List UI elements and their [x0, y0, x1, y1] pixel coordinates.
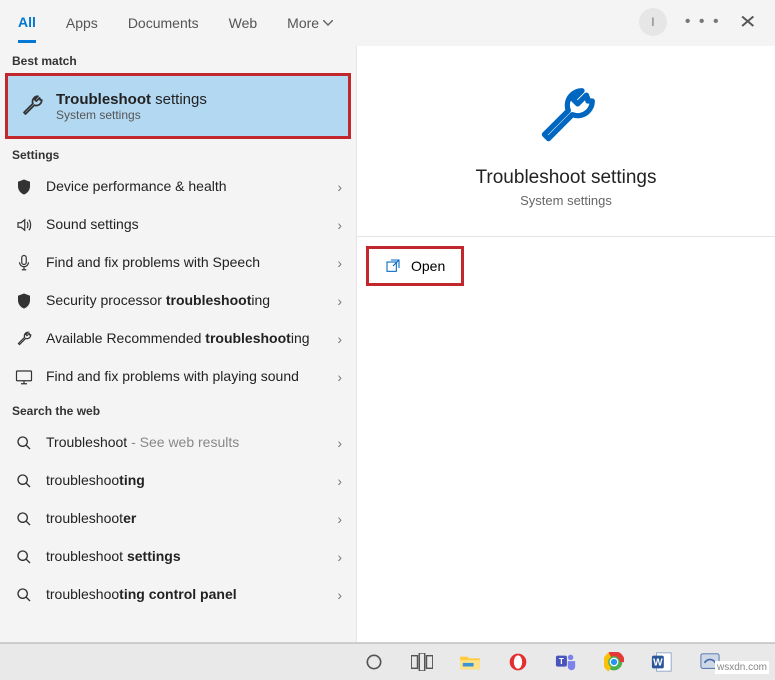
preview-title: Troubleshoot settings	[367, 167, 765, 189]
web-row-text: Troubleshoot - See web results	[46, 434, 325, 452]
wrench-icon	[18, 92, 46, 120]
monitor-icon	[14, 367, 34, 387]
start-search-panel: All Apps Documents Web More I • • • ✕ Be…	[0, 0, 775, 643]
settings-row-text: Find and fix problems with Speech	[46, 254, 325, 272]
web-row[interactable]: troubleshooting ›	[0, 462, 356, 500]
settings-row-sound[interactable]: Sound settings ›	[0, 206, 356, 244]
user-avatar[interactable]: I	[639, 8, 667, 36]
open-label: Open	[411, 258, 445, 274]
section-search-web: Search the web	[0, 396, 356, 424]
microphone-icon	[14, 253, 34, 273]
chevron-right-icon: ›	[337, 511, 342, 527]
wrench-icon	[367, 82, 765, 157]
section-settings: Settings	[0, 140, 356, 168]
shield-icon	[14, 177, 34, 197]
settings-row-playing-sound[interactable]: Find and fix problems with playing sound…	[0, 358, 356, 396]
best-match-subtitle: System settings	[56, 108, 207, 122]
chevron-right-icon: ›	[337, 179, 342, 195]
tab-apps[interactable]: Apps	[66, 5, 98, 41]
settings-row-text: Sound settings	[46, 216, 325, 234]
web-row[interactable]: troubleshooting control panel ›	[0, 576, 356, 614]
settings-row-speech[interactable]: Find and fix problems with Speech ›	[0, 244, 356, 282]
taskbar-teams[interactable]: T	[552, 648, 580, 676]
tab-documents[interactable]: Documents	[128, 5, 199, 41]
chevron-right-icon: ›	[337, 549, 342, 565]
chevron-right-icon: ›	[337, 217, 342, 233]
search-icon	[14, 585, 34, 605]
settings-row-device-health[interactable]: Device performance & health ›	[0, 168, 356, 206]
divider	[357, 236, 775, 237]
tab-all[interactable]: All	[18, 4, 36, 43]
svg-text:T: T	[559, 657, 564, 666]
settings-row-security-processor[interactable]: Security processor troubleshooting ›	[0, 282, 356, 320]
taskbar-taskview[interactable]	[408, 648, 436, 676]
preview-pane: Troubleshoot settings System settings Op…	[356, 46, 775, 642]
search-icon	[14, 509, 34, 529]
taskbar-word[interactable]: W	[648, 648, 676, 676]
open-button[interactable]: Open	[369, 249, 461, 283]
close-button[interactable]: ✕	[739, 11, 757, 33]
settings-row-text: Available Recommended troubleshooting	[46, 330, 325, 348]
taskbar-cortana[interactable]	[360, 648, 388, 676]
more-options-button[interactable]: • • •	[685, 13, 721, 31]
tab-more-label: More	[287, 15, 319, 31]
search-icon	[14, 433, 34, 453]
best-match-title: Troubleshoot settings	[56, 91, 207, 108]
chevron-right-icon: ›	[337, 587, 342, 603]
tab-web[interactable]: Web	[229, 5, 258, 41]
chevron-right-icon: ›	[337, 369, 342, 385]
web-row[interactable]: Troubleshoot - See web results ›	[0, 424, 356, 462]
svg-text:W: W	[653, 658, 663, 669]
web-row[interactable]: troubleshoot settings ›	[0, 538, 356, 576]
taskbar-explorer[interactable]	[456, 648, 484, 676]
chevron-right-icon: ›	[337, 293, 342, 309]
chevron-right-icon: ›	[337, 255, 342, 271]
tab-more[interactable]: More	[287, 5, 333, 41]
web-row-text: troubleshooting	[46, 472, 325, 490]
open-icon	[385, 258, 401, 274]
watermark: wsxdn.com	[715, 661, 769, 674]
wrench-icon	[14, 329, 34, 349]
settings-row-text: Device performance & health	[46, 178, 325, 196]
shield-icon	[14, 291, 34, 311]
section-best-match: Best match	[0, 46, 356, 74]
web-row[interactable]: troubleshooter ›	[0, 500, 356, 538]
chevron-right-icon: ›	[337, 331, 342, 347]
settings-row-recommended[interactable]: Available Recommended troubleshooting ›	[0, 320, 356, 358]
settings-row-text: Find and fix problems with playing sound	[46, 368, 325, 386]
settings-row-text: Security processor troubleshooting	[46, 292, 325, 310]
web-row-text: troubleshooting control panel	[46, 586, 325, 604]
top-tabs: All Apps Documents Web More I • • • ✕	[0, 0, 775, 46]
taskbar-chrome[interactable]	[600, 648, 628, 676]
taskbar-opera[interactable]	[504, 648, 532, 676]
taskbar: T W	[0, 643, 775, 680]
web-row-text: troubleshoot settings	[46, 548, 325, 566]
search-icon	[14, 547, 34, 567]
best-match-result[interactable]: Troubleshoot settings System settings	[8, 76, 348, 136]
speaker-icon	[14, 215, 34, 235]
results-list: Best match Troubleshoot settings System …	[0, 46, 356, 642]
web-row-text: troubleshooter	[46, 510, 325, 528]
search-icon	[14, 471, 34, 491]
chevron-right-icon: ›	[337, 473, 342, 489]
preview-subtitle: System settings	[367, 193, 765, 208]
chevron-down-icon	[323, 20, 333, 26]
chevron-right-icon: ›	[337, 435, 342, 451]
